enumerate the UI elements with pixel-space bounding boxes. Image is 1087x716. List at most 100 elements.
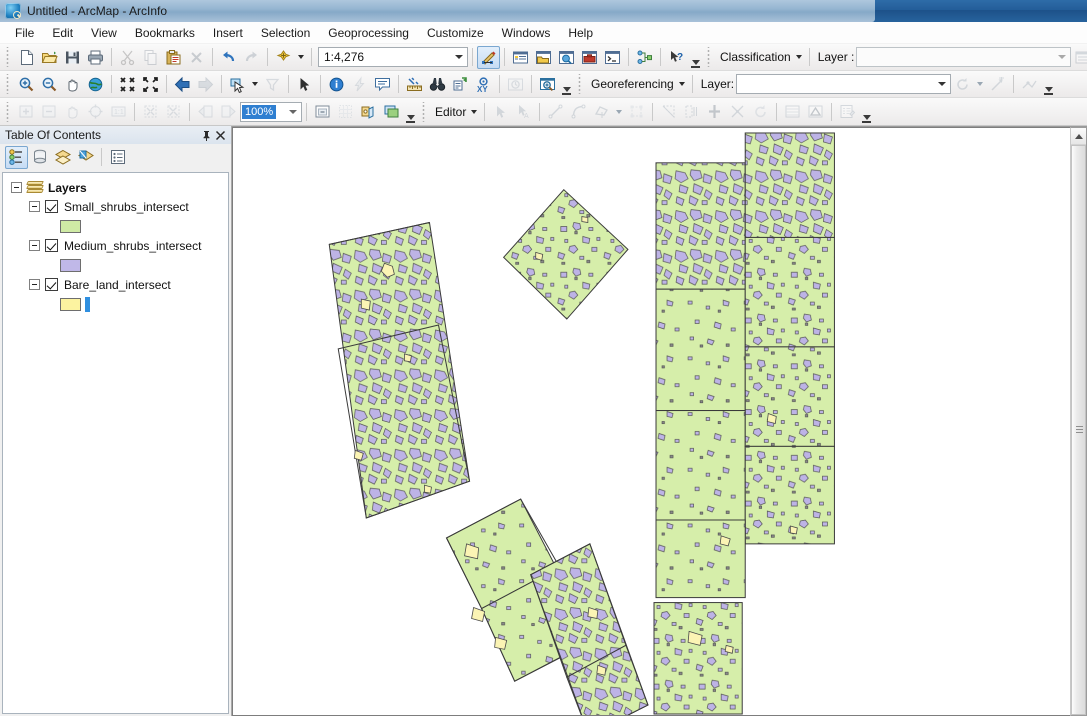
delete-x-icon[interactable] xyxy=(185,46,208,69)
image-pan-icon[interactable] xyxy=(61,100,84,123)
fixed-zoom-in-icon[interactable] xyxy=(116,73,139,96)
scrollbar-thumb[interactable] xyxy=(1071,145,1086,715)
editor-toolbar-grip[interactable] xyxy=(421,101,428,122)
edit-tool-arrow-icon[interactable] xyxy=(489,100,512,123)
close-icon[interactable] xyxy=(213,128,227,142)
map-scale-dropdown-icon[interactable] xyxy=(451,48,467,66)
layer-symbol-row-medium-shrubs[interactable] xyxy=(3,255,228,275)
select-features-dropdown-caret-icon[interactable] xyxy=(252,82,258,86)
image-fit-icon[interactable] xyxy=(84,100,107,123)
menu-customize[interactable]: Customize xyxy=(418,23,493,43)
pin-icon[interactable] xyxy=(199,128,213,142)
expand-collapse-icon[interactable] xyxy=(11,182,22,193)
image-zoom-percent-combo[interactable]: 100% xyxy=(240,101,302,122)
sketch-properties-icon[interactable] xyxy=(804,100,827,123)
list-by-selection-icon[interactable] xyxy=(74,146,97,169)
table-of-contents-icon[interactable] xyxy=(509,46,532,69)
toolbar-grip[interactable] xyxy=(5,47,12,67)
split-tool-icon[interactable] xyxy=(703,100,726,123)
snapshot-icon[interactable] xyxy=(311,100,334,123)
layer-visibility-checkbox[interactable] xyxy=(45,239,58,252)
expand-collapse-icon[interactable] xyxy=(29,240,40,251)
cut-scissors-icon[interactable] xyxy=(116,46,139,69)
rotate-icon[interactable] xyxy=(951,73,974,96)
catalog-icon[interactable] xyxy=(532,46,555,69)
image-fit-page-icon[interactable] xyxy=(162,100,185,123)
layer-item-bare-land[interactable]: Bare_land_intersect xyxy=(3,275,228,294)
scrollbar-track[interactable] xyxy=(1071,145,1086,715)
image-actual-size-icon[interactable]: 1:1 xyxy=(107,100,130,123)
georeferencing-toolbar-overflow-icon[interactable] xyxy=(1042,73,1055,95)
trace-icon[interactable] xyxy=(590,100,613,123)
construction-tool-dropdown-caret-icon[interactable] xyxy=(616,109,623,114)
layer-symbol-swatch-bare-land[interactable] xyxy=(60,297,81,311)
layer-symbol-row-bare-land[interactable] xyxy=(3,294,228,314)
editor-dropdown-caret-icon[interactable] xyxy=(471,109,478,114)
reshape-feature-icon[interactable] xyxy=(657,100,680,123)
rotate-tool-icon[interactable] xyxy=(749,100,772,123)
menu-windows[interactable]: Windows xyxy=(493,23,560,43)
georeferencing-dropdown-caret-icon[interactable] xyxy=(678,82,685,86)
menu-help[interactable]: Help xyxy=(559,23,602,43)
classification-fields-icon[interactable] xyxy=(1071,46,1087,69)
toolbar-grip[interactable] xyxy=(5,74,12,94)
rotate-dropdown-caret-icon[interactable] xyxy=(977,82,984,86)
georeferencing-layer-dropdown-icon[interactable] xyxy=(934,75,950,93)
go-back-extent-icon[interactable] xyxy=(171,73,194,96)
editor-toolbar-overflow-icon[interactable] xyxy=(860,101,873,123)
zoom-in-icon[interactable] xyxy=(15,73,38,96)
classification-layer-dropdown-icon[interactable] xyxy=(1054,48,1070,66)
expand-collapse-icon[interactable] xyxy=(29,201,40,212)
search-window-icon[interactable] xyxy=(555,46,578,69)
image-zoom-in-icon[interactable] xyxy=(15,100,38,123)
layer-symbol-swatch-medium-shrubs[interactable] xyxy=(60,258,81,272)
new-document-icon[interactable] xyxy=(15,46,38,69)
shift-icon[interactable] xyxy=(986,73,1009,96)
viewer-window-icon[interactable] xyxy=(536,73,559,96)
html-popup-icon[interactable] xyxy=(371,73,394,96)
whats-this-help-icon[interactable]: ? xyxy=(665,46,688,69)
scroll-up-arrow-icon[interactable] xyxy=(1071,128,1086,145)
go-to-xy-icon[interactable]: XY xyxy=(472,73,495,96)
layer-item-medium-shrubs[interactable]: Medium_shrubs_intersect xyxy=(3,236,228,255)
add-control-points-icon[interactable] xyxy=(1018,73,1041,96)
toolbar-grip[interactable] xyxy=(5,101,12,122)
time-slider-icon[interactable] xyxy=(504,73,527,96)
image-zoom-out-icon[interactable] xyxy=(38,100,61,123)
map-graphic[interactable] xyxy=(233,128,1070,715)
measure-ruler-icon[interactable] xyxy=(403,73,426,96)
copy-icon[interactable] xyxy=(139,46,162,69)
layer-tree[interactable]: Layers Small_shrubs_intersect Medium_shr… xyxy=(2,172,229,714)
model-builder-icon[interactable] xyxy=(633,46,656,69)
georeferencing-menu-label[interactable]: Georeferencing xyxy=(587,77,676,91)
open-folder-icon[interactable] xyxy=(38,46,61,69)
identify-info-icon[interactable] xyxy=(325,73,348,96)
menu-edit[interactable]: Edit xyxy=(43,23,82,43)
image-fit-width-icon[interactable] xyxy=(139,100,162,123)
standard-toolbar-overflow-icon[interactable] xyxy=(689,46,702,68)
edit-vertices-icon[interactable] xyxy=(625,100,648,123)
select-features-icon[interactable] xyxy=(226,73,249,96)
intersect-tool-icon[interactable] xyxy=(726,100,749,123)
pan-hand-icon[interactable] xyxy=(61,73,84,96)
menu-selection[interactable]: Selection xyxy=(252,23,319,43)
add-data-dropdown-caret-icon[interactable] xyxy=(298,55,304,59)
layer-symbol-row-small-shrubs[interactable] xyxy=(3,216,228,236)
expand-collapse-icon[interactable] xyxy=(29,279,40,290)
straight-segment-icon[interactable] xyxy=(544,100,567,123)
list-by-drawing-order-icon[interactable] xyxy=(5,145,28,169)
cut-polygons-icon[interactable] xyxy=(680,100,703,123)
image-properties-icon[interactable] xyxy=(357,100,380,123)
find-route-icon[interactable] xyxy=(449,73,472,96)
fixed-zoom-out-icon[interactable] xyxy=(139,73,162,96)
classification-dropdown-caret-icon[interactable] xyxy=(795,55,802,59)
layer-symbol-swatch-small-shrubs[interactable] xyxy=(60,219,81,233)
previous-page-icon[interactable] xyxy=(194,100,217,123)
image-zoom-percent-dropdown-icon[interactable] xyxy=(285,109,301,114)
find-binoculars-icon[interactable] xyxy=(426,73,449,96)
menu-view[interactable]: View xyxy=(82,23,126,43)
next-page-icon[interactable] xyxy=(217,100,240,123)
editor-toolbar-icon[interactable] xyxy=(477,45,500,69)
paste-icon[interactable] xyxy=(162,46,185,69)
python-window-icon[interactable] xyxy=(601,46,624,69)
